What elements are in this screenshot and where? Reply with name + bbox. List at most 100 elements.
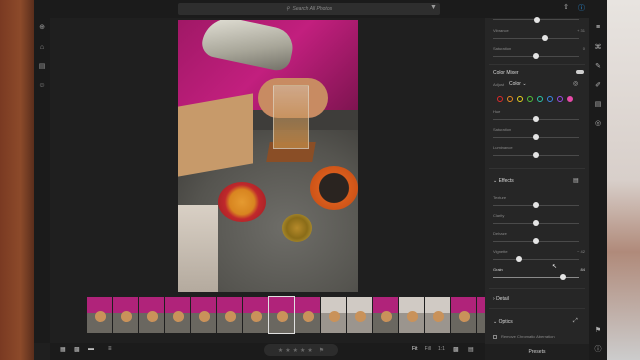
help-icon[interactable]: ⓘ (578, 3, 585, 13)
vignette-value[interactable]: − 42 (577, 249, 585, 254)
compare-icon[interactable]: ▩ (453, 346, 459, 353)
optics-header[interactable]: ⌄ Optics (493, 319, 513, 325)
filmstrip-thumbnail[interactable] (243, 297, 268, 333)
filmstrip-thumbnail[interactable] (113, 297, 138, 333)
home-icon[interactable]: ⌂ (38, 44, 46, 52)
flag-icon[interactable]: ⚑ (319, 347, 324, 354)
radial-icon[interactable]: ◎ (594, 120, 602, 128)
color-swatch[interactable] (507, 96, 513, 102)
color-mixer-title: Color Mixer (493, 70, 519, 76)
filmstrip-icon[interactable]: ▤ (468, 346, 474, 353)
healing-icon[interactable]: ✎ (594, 63, 602, 71)
color-swatch[interactable] (547, 96, 553, 102)
search-icon: ⚲ (285, 6, 290, 12)
texture-label: Texture (493, 195, 507, 200)
filter-icon[interactable]: ▼ (430, 4, 437, 11)
crop-icon[interactable]: ⌘ (594, 44, 602, 52)
vibrance-slider-knob[interactable] (542, 35, 548, 41)
filmstrip-thumbnail[interactable] (139, 297, 164, 333)
right-rail: ≡ ⌘ ✎ ✐ ▤ ◎ ⚑ ⓘ (589, 0, 607, 360)
color-swatch[interactable] (497, 96, 503, 102)
hue-slider-knob[interactable] (533, 116, 539, 122)
star-rating[interactable]: ★ ★ ★ ★ ★ ⚑ (264, 344, 338, 356)
people-icon[interactable]: ☺ (38, 82, 46, 90)
filmstrip-thumbnail[interactable] (295, 297, 320, 333)
grain-value[interactable]: 84 (581, 267, 585, 272)
edit-sliders-icon[interactable]: ≡ (594, 24, 602, 32)
color-swatch[interactable] (527, 96, 533, 102)
search-input[interactable]: ⚲ Search All Photos (178, 3, 440, 15)
divider (489, 64, 585, 65)
color-swatch[interactable] (537, 96, 543, 102)
brush-icon[interactable]: ✐ (594, 82, 602, 90)
star-icon[interactable]: ★ (293, 347, 298, 354)
filmstrip-thumbnail[interactable] (451, 297, 476, 333)
color-swatch[interactable] (557, 96, 563, 102)
filmstrip-thumbnail[interactable] (373, 297, 398, 333)
sort-icon[interactable]: ≡ (108, 346, 112, 352)
add-icon[interactable]: ⊕ (38, 24, 46, 32)
clarity-slider-knob[interactable] (533, 220, 539, 226)
square-grid-icon[interactable]: ▩ (74, 346, 80, 353)
star-icon[interactable]: ★ (285, 347, 290, 354)
top-partial-slider-knob[interactable] (534, 17, 540, 23)
saturation-slider-knob[interactable] (533, 53, 539, 59)
mouse-cursor-icon: ↖ (552, 264, 558, 270)
mixer-saturation-slider-knob[interactable] (533, 134, 539, 140)
filmstrip-thumbnail[interactable] (191, 297, 216, 333)
vignette-slider-knob[interactable] (516, 256, 522, 262)
star-icon[interactable]: ★ (307, 347, 312, 354)
share-icon[interactable]: ⇧ (563, 3, 569, 13)
filmstrip-thumbnail[interactable] (268, 296, 295, 334)
detail-title: Detail (496, 296, 509, 302)
adjust-dropdown[interactable]: Color ⌄ (509, 81, 527, 87)
filmstrip-thumbnail[interactable] (399, 297, 424, 333)
effects-header[interactable]: ⌄ Effects (493, 178, 514, 184)
luminance-label: Luminance (493, 145, 513, 150)
filmstrip-thumbnail[interactable] (217, 297, 242, 333)
clarity-label: Clarity (493, 213, 505, 218)
effects-title: Effects (498, 178, 514, 184)
saturation-value[interactable]: 0 (583, 46, 585, 51)
effects-presets-icon[interactable]: ▤ (573, 177, 579, 184)
main-photo[interactable] (178, 20, 358, 292)
luminance-slider-knob[interactable] (533, 152, 539, 158)
filmstrip-thumbnail[interactable] (347, 297, 372, 333)
color-mixer-toggle[interactable] (576, 70, 584, 74)
info-icon[interactable]: ⓘ (594, 346, 602, 354)
optics-tool-icon[interactable]: ⤢ (573, 318, 578, 325)
zoom-fit[interactable]: Fit (412, 346, 418, 352)
single-view-icon[interactable]: ▬ (88, 346, 94, 352)
saturation-label: Saturation (493, 46, 512, 51)
filmstrip-thumbnail[interactable] (425, 297, 450, 333)
vibrance-slider-track[interactable] (493, 38, 579, 39)
vibrance-value[interactable]: + 31 (577, 28, 585, 33)
grain-slider-knob[interactable] (560, 274, 566, 280)
zoom-controls: Fit Fill 1:1 (412, 346, 445, 352)
texture-slider-knob[interactable] (533, 202, 539, 208)
color-swatch[interactable] (567, 96, 573, 102)
dehaze-slider-knob[interactable] (533, 238, 539, 244)
grid-view-icon[interactable]: ▦ (60, 346, 66, 353)
tag-icon[interactable]: ⚑ (594, 327, 602, 335)
zoom-1-1[interactable]: 1:1 (438, 346, 445, 352)
chevron-down-icon: ⌄ (493, 319, 498, 325)
target-adjust-icon[interactable]: ◎ (573, 80, 578, 87)
vignette-slider-track[interactable] (493, 259, 579, 260)
remove-ca-checkbox[interactable] (493, 335, 497, 339)
filmstrip-thumbnail[interactable] (321, 297, 346, 333)
library-icon[interactable]: ▤ (38, 63, 46, 71)
presets-button[interactable]: Presets (485, 344, 589, 360)
mixer-saturation-label: Saturation (493, 127, 512, 132)
gradient-icon[interactable]: ▤ (594, 101, 602, 109)
detail-header[interactable]: › Detail (493, 296, 509, 302)
star-icon[interactable]: ★ (300, 347, 305, 354)
color-swatch[interactable] (517, 96, 523, 102)
grain-slider-track[interactable] (493, 277, 579, 278)
filmstrip-thumbnail[interactable] (165, 297, 190, 333)
photo-plate-red (218, 182, 266, 222)
zoom-fill[interactable]: Fill (425, 346, 431, 352)
background-left (0, 0, 34, 360)
star-icon[interactable]: ★ (278, 347, 283, 354)
filmstrip-thumbnail[interactable] (87, 297, 112, 333)
